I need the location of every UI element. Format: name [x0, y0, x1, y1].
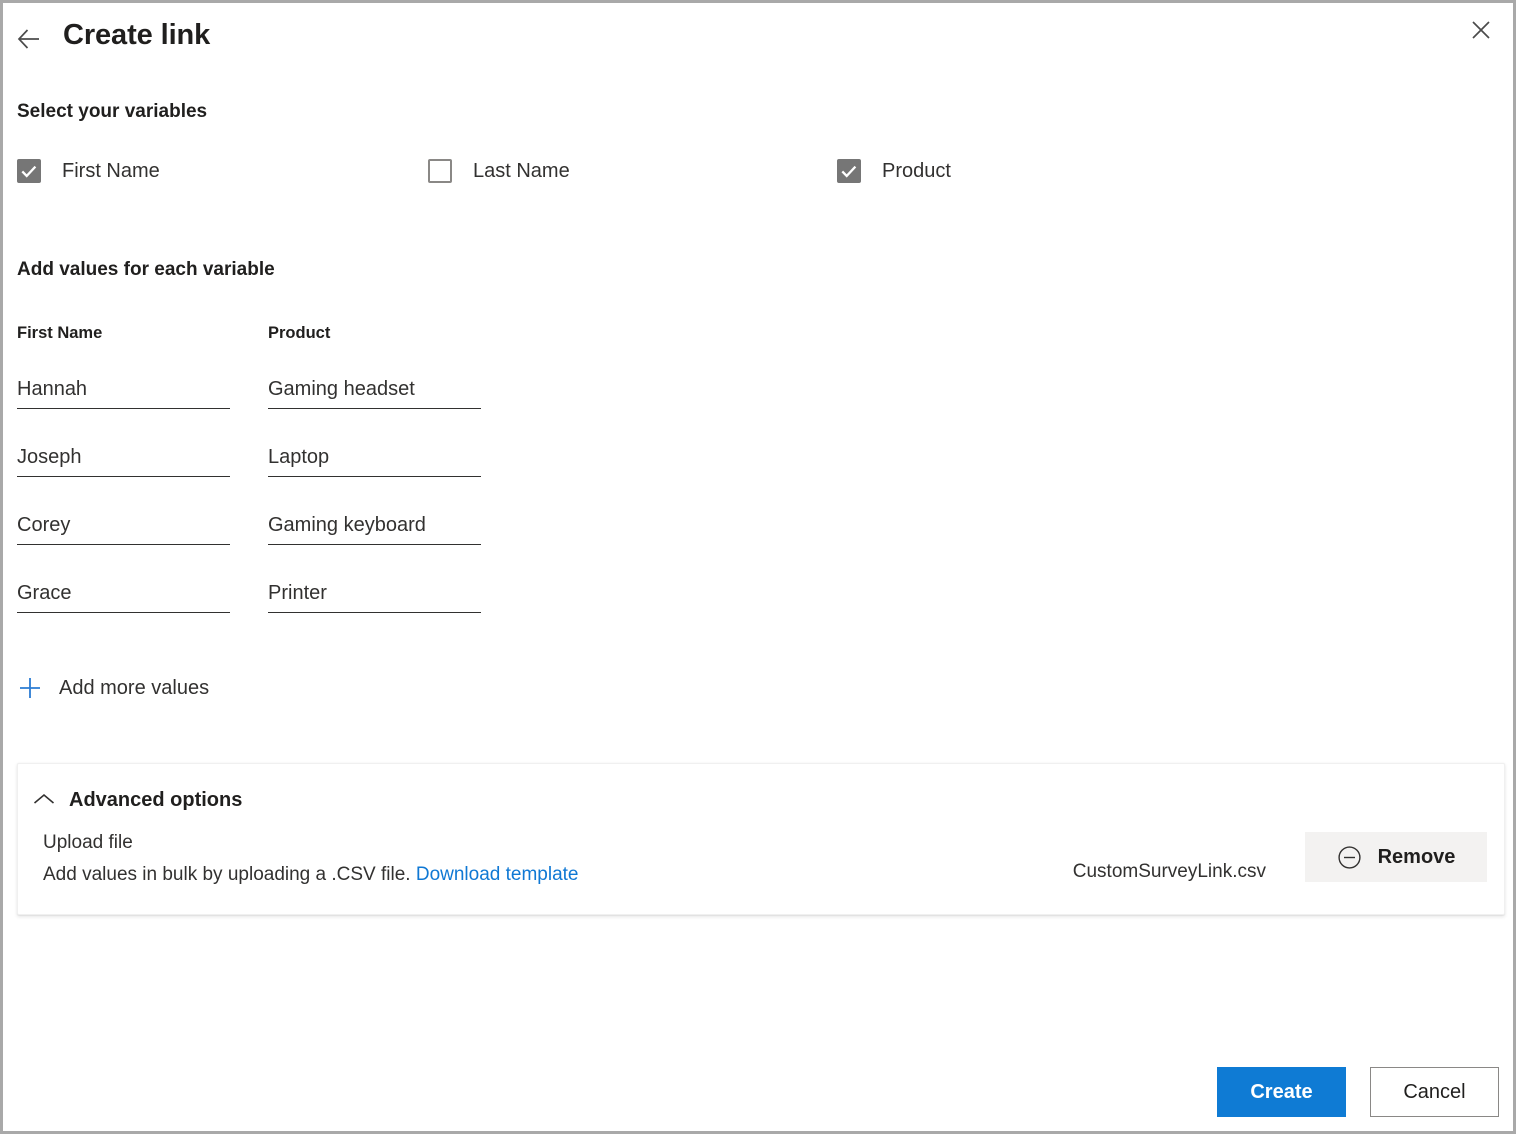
value-input[interactable] — [268, 579, 481, 613]
value-input[interactable] — [17, 375, 230, 409]
arrow-left-icon — [17, 29, 39, 49]
variable-checkbox-first-name[interactable]: First Name — [17, 153, 160, 189]
download-template-link[interactable]: Download template — [416, 864, 579, 885]
variable-checkbox-label: First Name — [62, 159, 160, 182]
value-input[interactable] — [268, 511, 481, 545]
values-section-heading: Add values for each variable — [17, 259, 275, 280]
create-button[interactable]: Create — [1217, 1067, 1346, 1117]
advanced-options-label: Advanced options — [69, 788, 243, 811]
close-icon — [1472, 21, 1490, 39]
checkbox-box[interactable] — [837, 159, 861, 183]
variable-checkbox-label: Product — [882, 159, 951, 182]
remove-file-button[interactable]: Remove — [1305, 832, 1487, 882]
advanced-options-card: Advanced options Upload file Add values … — [17, 763, 1505, 915]
check-icon — [841, 165, 857, 178]
checkbox-box[interactable] — [428, 159, 452, 183]
variables-checkbox-group: First Name Last Name Product — [17, 153, 1457, 189]
back-button[interactable] — [14, 22, 48, 56]
column-header: Product — [268, 324, 331, 342]
uploaded-file-name: CustomSurveyLink.csv — [1072, 861, 1266, 882]
check-icon — [21, 165, 37, 178]
minus-circle-icon — [1337, 845, 1362, 870]
dialog-header: Create link — [3, 3, 1513, 79]
variable-checkbox-last-name[interactable]: Last Name — [428, 153, 570, 189]
variable-checkbox-product[interactable]: Product — [837, 153, 951, 189]
remove-file-label: Remove — [1377, 845, 1456, 868]
value-input[interactable] — [17, 511, 230, 545]
value-column-first-name: First Name — [17, 321, 230, 613]
value-column-product: Product — [268, 321, 481, 613]
value-input[interactable] — [17, 579, 230, 613]
close-button[interactable] — [1461, 10, 1501, 50]
value-input[interactable] — [268, 443, 481, 477]
variable-checkbox-label: Last Name — [473, 159, 570, 182]
upload-file-title: Upload file — [43, 832, 133, 853]
value-input[interactable] — [268, 375, 481, 409]
plus-icon — [17, 675, 43, 701]
page-title: Create link — [63, 19, 211, 51]
upload-file-description: Add values in bulk by uploading a .CSV f… — [43, 864, 579, 886]
create-link-dialog: Create link Select your variables First … — [0, 0, 1516, 1134]
upload-description-text: Add values in bulk by uploading a .CSV f… — [43, 864, 411, 885]
cancel-button[interactable]: Cancel — [1370, 1067, 1499, 1117]
add-more-values-button[interactable]: Add more values — [17, 671, 209, 705]
column-header: First Name — [17, 324, 103, 342]
checkbox-box[interactable] — [17, 159, 41, 183]
dialog-footer: Create Cancel — [1217, 1067, 1499, 1117]
value-input[interactable] — [17, 443, 230, 477]
chevron-up-icon — [30, 786, 58, 814]
advanced-options-toggle[interactable]: Advanced options — [30, 784, 242, 816]
variables-section-heading: Select your variables — [17, 101, 208, 122]
add-more-values-label: Add more values — [59, 676, 210, 699]
